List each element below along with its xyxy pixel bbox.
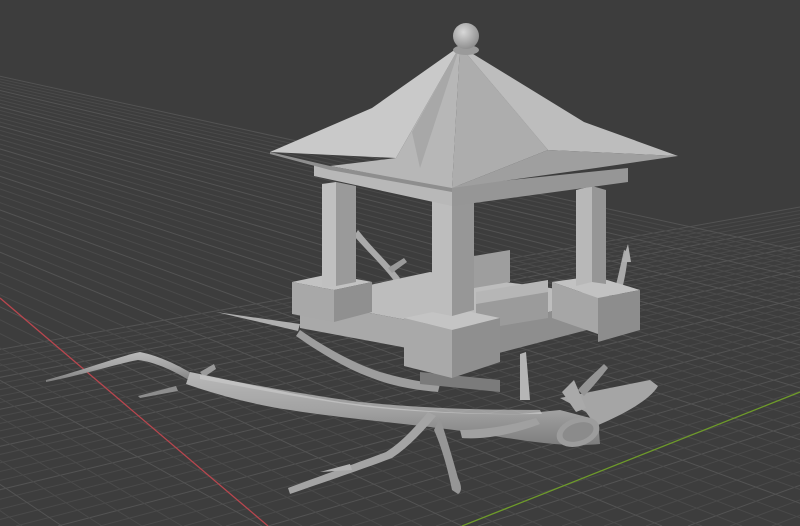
branch-back-left xyxy=(354,230,400,282)
pillar-base-front xyxy=(404,308,500,378)
x-axis-line xyxy=(0,297,269,526)
pillar-front xyxy=(432,194,474,316)
bench-back xyxy=(474,250,510,288)
roof-finial-ball xyxy=(453,23,479,49)
branch-left-twig-low xyxy=(138,386,178,398)
3d-viewport[interactable] xyxy=(0,0,800,526)
pillar-back-right xyxy=(576,186,606,286)
root-spike-up xyxy=(520,352,530,400)
pillar-left xyxy=(322,182,356,288)
